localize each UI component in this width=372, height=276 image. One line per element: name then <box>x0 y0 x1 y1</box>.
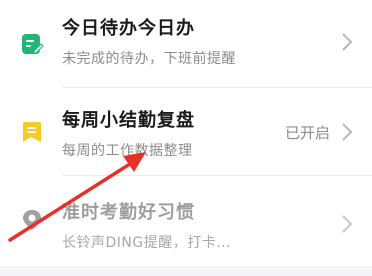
chevron-right-icon <box>342 33 353 51</box>
bookmark-list-icon <box>23 122 41 142</box>
item-subtitle: 长铃声DING提醒，打卡... <box>62 235 232 251</box>
todo-edit-icon <box>22 34 44 54</box>
chevron-right-icon <box>342 215 353 233</box>
settings-list: 今日待办今日办 未完成的待办，下班前提醒 每周小结勤复盘 每周的工作数据整理 已… <box>0 0 372 276</box>
item-title: 每周小结勤复盘 <box>62 110 195 131</box>
list-item-weekly-summary[interactable]: 每周小结勤复盘 每周的工作数据整理 已开启 <box>0 88 372 176</box>
item-subtitle: 未完成的待办，下班前提醒 <box>62 51 236 67</box>
list-item-attendance-reminder[interactable]: 准时考勤好习惯 长铃声DING提醒，打卡... <box>0 176 372 264</box>
item-title: 准时考勤好习惯 <box>62 202 195 223</box>
location-pin-icon <box>23 210 41 230</box>
list-bottom-spacer <box>0 266 372 276</box>
list-item-todo-reminder[interactable]: 今日待办今日办 未完成的待办，下班前提醒 <box>0 0 372 88</box>
chevron-right-icon <box>342 123 353 141</box>
item-subtitle: 每周的工作数据整理 <box>62 143 193 159</box>
item-title: 今日待办今日办 <box>62 18 195 39</box>
status-text: 已开启 <box>284 124 330 142</box>
